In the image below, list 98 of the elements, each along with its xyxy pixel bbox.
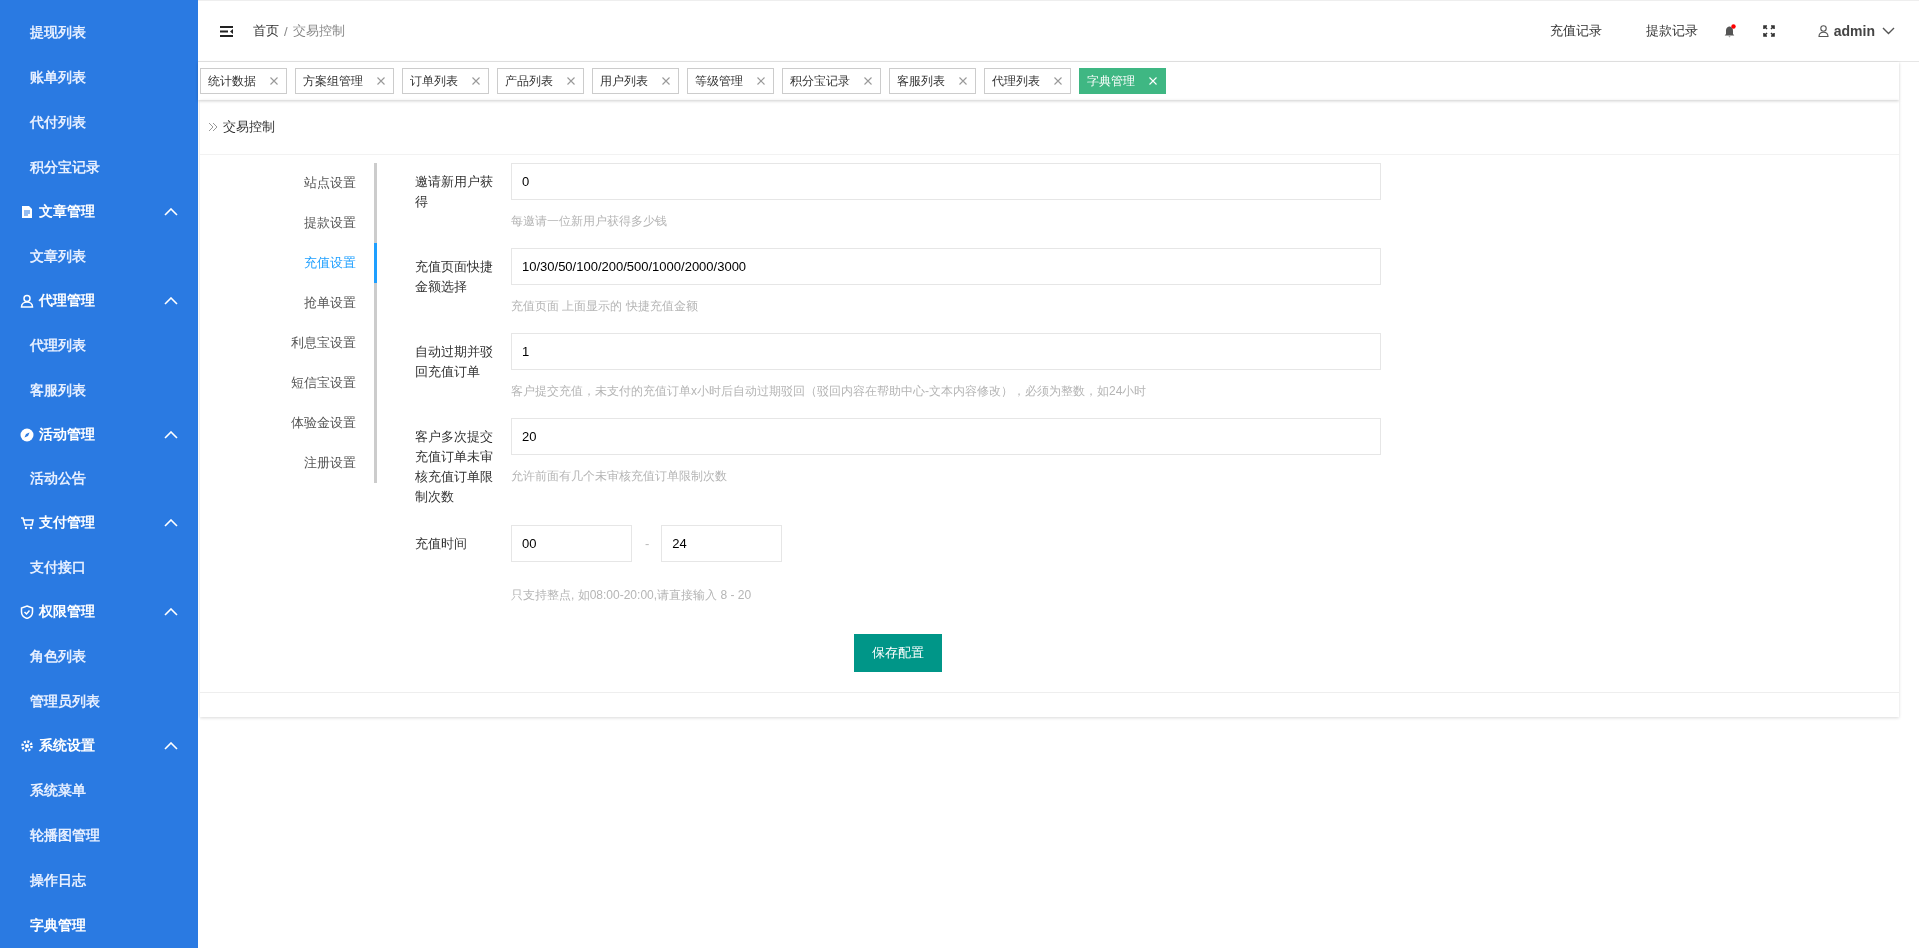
chevron-icon[interactable]: [164, 430, 178, 439]
close-icon[interactable]: [472, 77, 480, 85]
sidebar-group[interactable]: 代理管理: [39, 291, 164, 310]
close-icon[interactable]: [567, 77, 575, 85]
chevron-icon[interactable]: [164, 742, 178, 751]
breadcrumb-link[interactable]: 交易控制: [292, 22, 345, 40]
tab-label: 统计数据: [208, 72, 256, 90]
sidebar-item[interactable]: 积分宝记录: [0, 145, 198, 190]
sidebar-item[interactable]: 支付接口: [0, 545, 198, 591]
field-hint: 只支持整点, 如08:00-20:00,请直接输入 8 - 20: [511, 587, 753, 604]
fullscreen-icon[interactable]: [1762, 25, 1775, 37]
sidebar-group[interactable]: 权限管理: [39, 603, 164, 622]
field-hint: 客户提交充值，未支付的充值订单x小时后自动过期驳回（驳回内容在帮助中心-文本内容修改），必须为整数，如24小时: [511, 383, 1148, 400]
tab[interactable]: 方案组管理: [295, 68, 394, 94]
tab-label: 方案组管理: [303, 72, 363, 90]
close-icon[interactable]: [959, 77, 967, 85]
close-icon[interactable]: [662, 77, 670, 85]
panel-title: 交易控制: [223, 118, 275, 136]
chevron-icon[interactable]: [164, 608, 178, 617]
sidebar-item[interactable]: 管理员列表: [0, 679, 198, 725]
settings-tab[interactable]: 提款设置: [200, 203, 377, 243]
input-field[interactable]: 24: [661, 525, 783, 562]
close-icon[interactable]: [757, 77, 765, 85]
tab-label: 代理列表: [992, 72, 1040, 90]
shield-icon: [20, 605, 34, 620]
sidebar-group[interactable]: 活动管理: [39, 425, 164, 444]
sidebar-item[interactable]: 文章列表: [0, 233, 198, 279]
compass-icon: [20, 427, 34, 442]
tab[interactable]: 积分宝记录: [782, 68, 881, 94]
chevron-icon[interactable]: [164, 207, 178, 216]
settings-tab[interactable]: 利息宝设置: [200, 323, 377, 363]
range-separator: -: [645, 536, 650, 551]
field-label: 邀请新用户获得: [415, 173, 494, 211]
tab[interactable]: 等级管理: [687, 68, 774, 94]
settings-tab[interactable]: 注册设置: [200, 443, 377, 483]
user-icon: [1817, 25, 1829, 37]
tab[interactable]: 用户列表: [592, 68, 679, 94]
settings-tab[interactable]: 抢单设置: [200, 283, 377, 323]
sidebar-item[interactable]: 代付列表: [0, 100, 198, 145]
double-chevron-icon: [208, 122, 218, 132]
sidebar-item[interactable]: 客服列表: [0, 367, 198, 413]
tab[interactable]: 客服列表: [889, 68, 976, 94]
save-button[interactable]: 保存配置: [854, 634, 942, 672]
tab-label: 订单列表: [410, 72, 458, 90]
sidebar-item[interactable]: 活动公告: [0, 456, 198, 502]
caret-icon: [1882, 27, 1895, 35]
settings-tab[interactable]: 站点设置: [200, 163, 377, 203]
tab-label: 用户列表: [600, 72, 648, 90]
input-field[interactable]: 20: [511, 418, 1381, 455]
input-field[interactable]: 1: [511, 333, 1381, 370]
close-icon[interactable]: [270, 77, 278, 85]
tab-label: 字典管理: [1087, 72, 1135, 90]
close-icon[interactable]: [377, 77, 385, 85]
sidebar-item[interactable]: 提现列表: [0, 10, 198, 55]
sidebar-item[interactable]: 代理列表: [0, 322, 198, 368]
field-hint: 允许前面有几个未审核充值订单限制次数: [511, 468, 728, 485]
tab[interactable]: 代理列表: [984, 68, 1071, 94]
chevron-icon[interactable]: [164, 519, 178, 528]
user-name: admin: [1833, 23, 1875, 39]
close-icon[interactable]: [1054, 77, 1062, 85]
sidebar-item[interactable]: 账单列表: [0, 55, 198, 100]
sidebar-item[interactable]: 角色列表: [0, 634, 198, 680]
bell-icon[interactable]: [1723, 24, 1736, 38]
user-icon: [20, 293, 34, 308]
sidebar-group[interactable]: 支付管理: [39, 514, 164, 533]
sidebar-group[interactable]: 文章管理: [39, 202, 164, 221]
field-label: 客户多次提交充值订单未审核充值订单限制次数: [415, 428, 494, 506]
sidebar-group[interactable]: 系统设置: [39, 737, 164, 756]
field-label: 充值时间: [415, 535, 468, 553]
breadcrumb-separator: /: [284, 23, 288, 39]
close-icon[interactable]: [864, 77, 872, 85]
sidebar-item[interactable]: 轮播图管理: [0, 812, 198, 858]
input-field[interactable]: 10/30/50/100/200/500/1000/2000/3000: [511, 248, 1381, 285]
gear-icon: [20, 739, 34, 754]
input-field[interactable]: 0: [511, 163, 1381, 200]
tab-label: 积分宝记录: [790, 72, 850, 90]
header-link[interactable]: 提款记录: [1645, 22, 1698, 40]
field-label: 自动过期并驳回充值订单: [415, 343, 494, 381]
tab-label: 等级管理: [695, 72, 743, 90]
tab[interactable]: 产品列表: [497, 68, 584, 94]
tab[interactable]: 订单列表: [402, 68, 489, 94]
tab-label: 产品列表: [505, 72, 553, 90]
field-label: 充值页面快捷金额选择: [415, 258, 494, 296]
tab[interactable]: 统计数据: [200, 68, 287, 94]
menu-icon[interactable]: [220, 25, 233, 37]
input-field[interactable]: 00: [511, 525, 632, 562]
settings-tab[interactable]: 短信宝设置: [200, 363, 377, 403]
sidebar-item[interactable]: 系统菜单: [0, 767, 198, 813]
tab-label: 客服列表: [897, 72, 945, 90]
header-link[interactable]: 充值记录: [1549, 22, 1602, 40]
field-hint: 每邀请一位新用户获得多少钱: [511, 213, 668, 230]
user-menu[interactable]: admin: [1817, 23, 1895, 39]
document-icon: [20, 204, 34, 219]
settings-tab[interactable]: 体验金设置: [200, 403, 377, 443]
cart-icon: [20, 516, 34, 531]
breadcrumb-link[interactable]: 首页: [253, 22, 279, 40]
chevron-icon[interactable]: [164, 296, 178, 305]
sidebar-item[interactable]: 操作日志: [0, 857, 198, 903]
